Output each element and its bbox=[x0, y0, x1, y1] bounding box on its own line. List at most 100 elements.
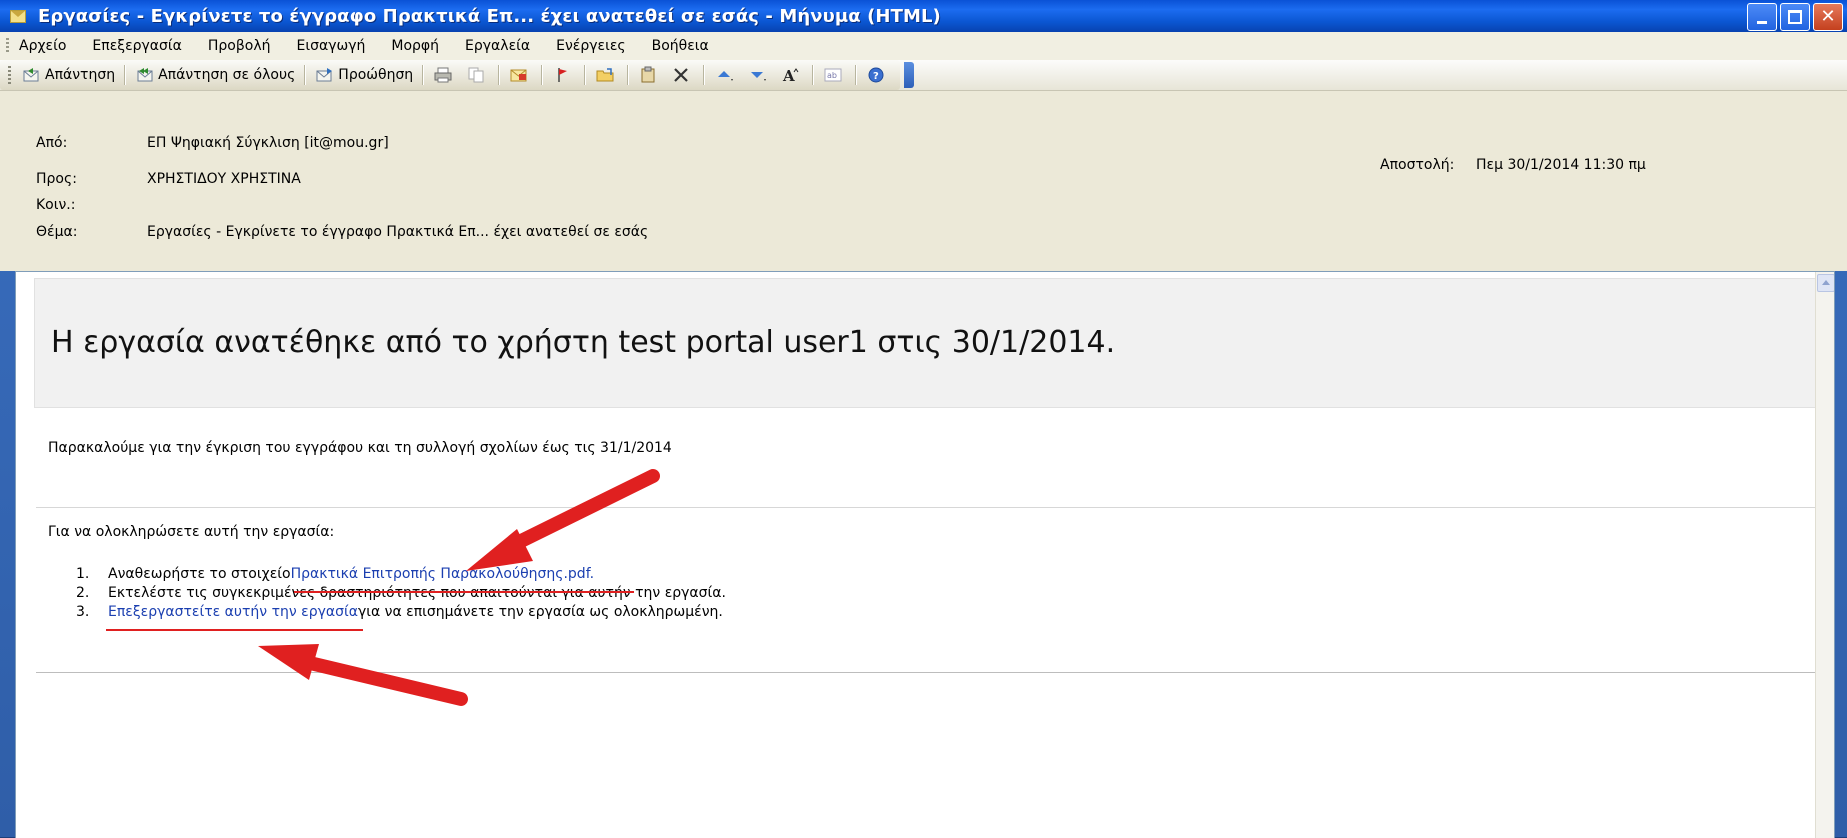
toolbar-separator bbox=[703, 65, 706, 85]
envelope-flag-icon bbox=[509, 66, 529, 84]
from-label: Από: bbox=[36, 135, 68, 151]
menu-insert[interactable]: Εισαγωγή bbox=[297, 38, 366, 54]
vertical-scrollbar[interactable] bbox=[1815, 272, 1834, 838]
encoding-icon: ab bbox=[823, 66, 843, 84]
svg-text:?: ? bbox=[873, 71, 879, 82]
svg-text:ab: ab bbox=[827, 71, 837, 80]
menu-file[interactable]: Αρχείο bbox=[19, 38, 66, 54]
sent-value: Πεμ 30/1/2014 11:30 πμ bbox=[1476, 157, 1646, 173]
menu-view[interactable]: Προβολή bbox=[208, 38, 271, 54]
arrow-up-icon bbox=[714, 66, 734, 84]
close-icon: ✕ bbox=[1820, 6, 1836, 27]
step-number: 2. bbox=[76, 585, 90, 601]
mark-unread-button[interactable] bbox=[504, 62, 537, 88]
toolbar-separator bbox=[855, 65, 858, 85]
toolbar-separator bbox=[124, 65, 127, 85]
toolbar-separator bbox=[422, 65, 425, 85]
font-size-button[interactable]: A bbox=[775, 62, 808, 88]
menu-actions[interactable]: Ενέργειες bbox=[556, 38, 626, 54]
move-to-folder-button[interactable] bbox=[590, 62, 623, 88]
clipboard-icon bbox=[638, 66, 658, 84]
document-link[interactable]: Πρακτικά Επιτροπής Παρακολούθησης.pdf. bbox=[291, 566, 594, 585]
subject-value: Εργασίες - Εγκρίνετε το έγγραφο Πρακτικά… bbox=[147, 224, 649, 240]
steps-list: 1. Αναθεωρήστε το στοιχείο Πρακτικά Επιτ… bbox=[76, 566, 726, 623]
restore-icon bbox=[1788, 10, 1802, 24]
minimize-button[interactable] bbox=[1747, 3, 1777, 31]
notification-banner: Η εργασία ανατέθηκε από το χρήστη test p… bbox=[34, 278, 1820, 408]
menu-format[interactable]: Μορφή bbox=[391, 38, 439, 54]
toolbar-separator bbox=[812, 65, 815, 85]
next-item-button[interactable] bbox=[742, 62, 775, 88]
standard-toolbar: Απάντηση Απάντηση σε όλους Προώθηση A ab… bbox=[0, 60, 1847, 91]
reply-icon bbox=[22, 66, 42, 84]
menu-help[interactable]: Βοήθεια bbox=[652, 38, 709, 54]
copy-button[interactable] bbox=[461, 62, 494, 88]
close-button[interactable]: ✕ bbox=[1813, 3, 1843, 31]
to-label: Προς: bbox=[36, 171, 77, 187]
minimize-icon bbox=[1757, 20, 1767, 24]
list-item: 3. Επεξεργαστείτε αυτήν την εργασία για … bbox=[76, 604, 726, 623]
toolbar-separator bbox=[584, 65, 587, 85]
annotation-underline bbox=[106, 629, 363, 631]
step-text: Εκτελέστε τις συγκεκριμένες δραστηριότητ… bbox=[108, 585, 726, 601]
window-title: Εργασίες - Εγκρίνετε το έγγραφο Πρακτικά… bbox=[38, 5, 941, 27]
forward-icon bbox=[315, 66, 335, 84]
instructions-intro: Για να ολοκληρώσετε αυτή την εργασία: bbox=[48, 524, 335, 540]
cc-label: Κοιν.: bbox=[36, 197, 76, 213]
forward-label: Προώθηση bbox=[338, 67, 414, 83]
toolbar-strip: Απάντηση Απάντηση σε όλους Προώθηση A ab… bbox=[0, 60, 901, 90]
menu-tools[interactable]: Εργαλεία bbox=[465, 38, 530, 54]
reply-button[interactable]: Απάντηση bbox=[17, 62, 120, 88]
toolbar-grip[interactable] bbox=[8, 66, 11, 84]
reply-all-button[interactable]: Απάντηση σε όλους bbox=[130, 62, 300, 88]
divider bbox=[36, 507, 1820, 508]
banner-text: Η εργασία ανατέθηκε από το χρήστη test p… bbox=[51, 325, 1116, 360]
reply-all-label: Απάντηση σε όλους bbox=[158, 67, 296, 83]
envelope-icon bbox=[10, 9, 26, 23]
flag-icon bbox=[552, 66, 572, 84]
sent-label: Αποστολή: bbox=[1380, 157, 1455, 173]
delete-button[interactable] bbox=[666, 62, 699, 88]
list-item: 1. Αναθεωρήστε το στοιχείο Πρακτικά Επιτ… bbox=[76, 566, 726, 585]
help-icon: ? bbox=[866, 66, 886, 84]
folder-icon bbox=[595, 66, 615, 84]
step-text: για να επισημάνετε την εργασία ως ολοκλη… bbox=[357, 604, 723, 620]
toolbar-separator bbox=[304, 65, 307, 85]
menu-grip[interactable] bbox=[6, 38, 9, 54]
arrow-down-icon bbox=[747, 66, 767, 84]
window-controls: ✕ bbox=[1747, 3, 1843, 31]
list-item: 2. Εκτελέστε τις συγκεκριμένες δραστηριό… bbox=[76, 585, 726, 604]
scroll-up-button[interactable] bbox=[1817, 274, 1834, 292]
forward-button[interactable]: Προώθηση bbox=[310, 62, 418, 88]
menu-edit[interactable]: Επεξεργασία bbox=[92, 38, 181, 54]
edit-task-link[interactable]: Επεξεργαστείτε αυτήν την εργασία bbox=[108, 604, 358, 623]
step-text: Αναθεωρήστε το στοιχείο bbox=[108, 566, 291, 582]
help-button[interactable]: ? bbox=[861, 62, 894, 88]
outlook-message-window: Εργασίες - Εγκρίνετε το έγγραφο Πρακτικά… bbox=[0, 0, 1847, 838]
restore-button[interactable] bbox=[1780, 3, 1810, 31]
reply-label: Απάντηση bbox=[45, 67, 116, 83]
print-icon bbox=[433, 66, 453, 84]
subject-label: Θέμα: bbox=[36, 224, 78, 240]
encoding-button[interactable]: ab bbox=[818, 62, 851, 88]
svg-text:A: A bbox=[782, 67, 795, 84]
previous-item-button[interactable] bbox=[709, 62, 742, 88]
font-size-icon: A bbox=[780, 66, 800, 84]
toolbar-separator bbox=[541, 65, 544, 85]
toolbar-separator bbox=[627, 65, 630, 85]
step-number: 3. bbox=[76, 604, 90, 620]
follow-up-flag-button[interactable] bbox=[547, 62, 580, 88]
toolbar-options-button[interactable] bbox=[904, 62, 915, 88]
request-text: Παρακαλούμε για την έγκριση του εγγράφου… bbox=[48, 440, 672, 456]
to-value[interactable]: ΧΡΗΣΤΙΔΟΥ ΧΡΗΣΤΙΝΑ bbox=[147, 171, 301, 187]
print-button[interactable] bbox=[428, 62, 461, 88]
annotation-underline bbox=[294, 591, 634, 593]
divider bbox=[36, 672, 1820, 673]
delete-icon bbox=[671, 66, 691, 84]
copy-icon bbox=[466, 66, 486, 84]
message-body[interactable]: Η εργασία ανατέθηκε από το χρήστη test p… bbox=[15, 271, 1835, 838]
reply-all-icon bbox=[135, 66, 155, 84]
menu-bar: Αρχείο Επεξεργασία Προβολή Εισαγωγή Μορφ… bbox=[0, 32, 1847, 61]
from-value[interactable]: ΕΠ Ψηφιακή Σύγκλιση [it@mou.gr] bbox=[147, 135, 389, 151]
categories-button[interactable] bbox=[633, 62, 666, 88]
